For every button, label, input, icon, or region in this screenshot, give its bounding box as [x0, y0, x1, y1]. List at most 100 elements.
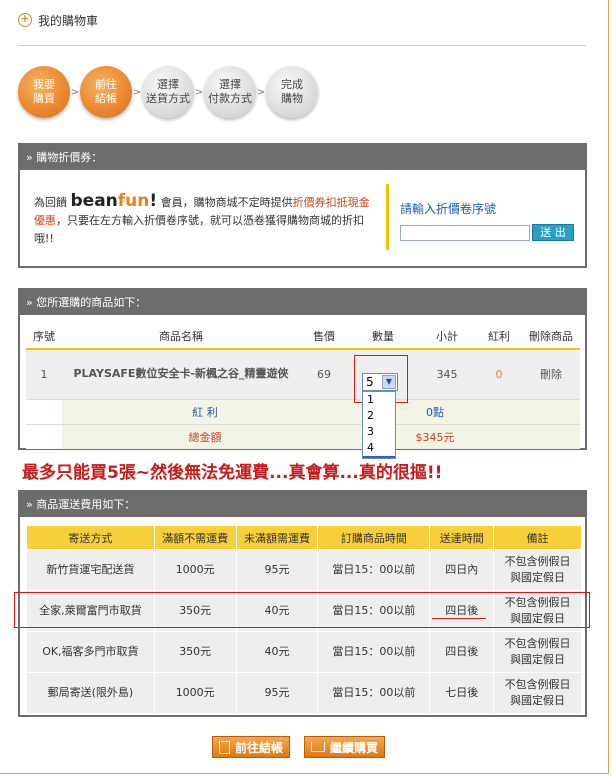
- ship-order-time: 當日15：00以前: [317, 549, 431, 591]
- coupon-form: 請輸入折價卷序號 送 出: [400, 200, 574, 241]
- item-price: 69: [300, 348, 348, 399]
- ship-free: 1000元: [153, 672, 237, 714]
- step-buy: 我要 購買: [18, 66, 70, 118]
- coupon-text: ，只要在左方輸入折價卷序號，就可以憑卷獲得購物商城的折扣哦!!: [34, 214, 364, 245]
- chevron-down-icon[interactable]: ▼: [382, 375, 396, 389]
- ship-method: 郵局寄送(限外島): [26, 672, 155, 714]
- ship-fee: 95元: [235, 549, 319, 591]
- annotation-note: 最多只能買5張~然後無法免運費...真會算...真的很摳!!: [22, 463, 443, 483]
- table-row: 新竹貨運宅配送貨 1000元 95元 當日15：00以前 四日內 不包含例假日與…: [26, 549, 582, 591]
- ship-arrive: 四日內: [429, 549, 495, 591]
- product-name: PLAYSAFE數位安全卡-新楓之谷_精靈遊俠: [62, 348, 300, 399]
- ship-order-time: 當日15：00以前: [317, 631, 431, 673]
- page-title: 我的購物車: [38, 13, 99, 28]
- continue-shopping-button[interactable]: 繼續購買: [304, 736, 386, 758]
- coupon-description: 為回饋 beanfun! 會員，購物商城不定時提供折價券扣抵現金優惠，只要在左方…: [34, 192, 374, 248]
- qty-option[interactable]: 2: [363, 408, 395, 424]
- ship-remark: 不包含例假日 與國定假日: [493, 549, 582, 591]
- remark-line: 不包含例假日: [504, 637, 571, 650]
- column-header: 送達時間: [429, 525, 495, 550]
- step-label: 結帳: [95, 92, 117, 105]
- ship-order-time: 當日15：00以前: [317, 672, 431, 714]
- ship-free: 1000元: [153, 549, 237, 591]
- ship-method: 新竹貨運宅配送貨: [26, 549, 155, 591]
- coupon-input-label: 請輸入折價卷序號: [400, 202, 497, 216]
- table-header-row: 寄送方式 滿額不需運費 未滿額需運費 訂購商品時間 送達時間 備註: [26, 525, 582, 550]
- column-header: 序號: [26, 323, 62, 350]
- table-row: 總金額 $345元: [26, 423, 580, 449]
- remark-line: 不包含例假日: [504, 555, 571, 568]
- step-arrow-icon: >: [256, 86, 266, 98]
- quantity-dropdown-list: 1 2 3 4: [362, 391, 396, 459]
- delete-link[interactable]: 刪除: [522, 348, 580, 399]
- remark-line: 與國定假日: [510, 571, 566, 584]
- item-number: 1: [26, 348, 62, 399]
- ship-fee: 40元: [235, 631, 319, 673]
- step-label: 完成: [281, 78, 303, 91]
- logo-part: bean: [70, 191, 118, 211]
- column-header: 商品名稱: [62, 323, 300, 350]
- coupon-text: 為回饋: [34, 196, 67, 209]
- remark-line: 與國定假日: [510, 694, 566, 707]
- coupon-header: » 購物折價券：: [18, 143, 587, 170]
- remark-line: 與國定假日: [510, 653, 566, 666]
- ship-remark: 不包含例假日 與國定假日: [493, 631, 582, 673]
- qty-option[interactable]: 4: [363, 440, 395, 456]
- table-row: 1 PLAYSAFE數位安全卡-新楓之谷_精靈遊俠 69 345 0 刪除: [26, 348, 580, 399]
- step-shipping: 選擇 送貨方式: [142, 66, 194, 118]
- qty-option[interactable]: 3: [363, 424, 395, 440]
- cart-title: + 我的購物車: [18, 10, 98, 30]
- quantity-select[interactable]: 5 ▼: [362, 373, 398, 391]
- ship-remark: 不包含例假日 與國定假日: [493, 672, 582, 714]
- send-button[interactable]: 送 出: [532, 224, 574, 241]
- step-label: 我要: [33, 78, 55, 91]
- ship-arrive: 四日後: [429, 631, 495, 673]
- table-header-row: 序號 商品名稱 售價 數量 小計 紅利 刪除商品: [26, 323, 580, 350]
- step-checkout: 前往 結帳: [80, 66, 132, 118]
- ship-free: 350元: [153, 631, 237, 673]
- button-label: 繼續購買: [330, 740, 379, 755]
- column-header: 訂購商品時間: [317, 525, 431, 550]
- item-subtotal: 345: [418, 348, 476, 399]
- step-arrow-icon: >: [70, 86, 80, 98]
- step-label: 選擇: [157, 78, 179, 91]
- coupon-panel: 為回饋 beanfun! 會員，購物商城不定時提供折價券扣抵現金優惠，只要在左方…: [18, 170, 587, 268]
- step-label: 購物: [281, 92, 303, 105]
- shipping-highlight-box: [14, 592, 590, 628]
- table-row: 紅 利 0點: [26, 398, 580, 424]
- logo-part: !: [149, 191, 158, 211]
- column-header: 數量: [348, 323, 418, 350]
- step-arrow-icon: >: [132, 86, 142, 98]
- divider: [18, 45, 586, 46]
- ship-arrive: 七日後: [429, 672, 495, 714]
- coupon-code-input[interactable]: [400, 225, 530, 241]
- cart-icon: [311, 742, 325, 752]
- bonus-label: 紅 利: [62, 398, 348, 424]
- column-header: 滿額不需運費: [153, 525, 237, 550]
- remark-line: 不包含例假日: [504, 678, 571, 691]
- plus-circle-icon: +: [18, 13, 32, 27]
- step-label: 前往: [95, 78, 117, 91]
- step-label: 購買: [33, 92, 55, 105]
- ship-method: OK,福客多門市取貨: [26, 631, 155, 673]
- step-label: 選擇: [219, 78, 241, 91]
- column-header: 紅利: [476, 323, 522, 350]
- total-label: 總金額: [62, 423, 348, 449]
- arrive-underline: [432, 618, 486, 619]
- table-row: 郵局寄送(限外島) 1000元 95元 當日15：00以前 七日後 不包含例假日…: [26, 672, 582, 714]
- calculator-icon: [219, 740, 230, 754]
- step-payment: 選擇 付款方式: [204, 66, 256, 118]
- step-label: 送貨方式: [146, 92, 190, 105]
- table-row: OK,福客多門市取貨 350元 40元 當日15：00以前 四日後 不包含例假日…: [26, 631, 582, 673]
- step-arrow-icon: >: [194, 86, 204, 98]
- logo-part: fun: [117, 191, 150, 211]
- checkout-button[interactable]: 前往結帳: [212, 736, 291, 758]
- ship-fee: 95元: [235, 672, 319, 714]
- step-done: 完成 購物: [266, 66, 318, 118]
- column-header: 寄送方式: [26, 525, 155, 550]
- qty-option[interactable]: 1: [363, 392, 395, 408]
- divider: [386, 184, 389, 250]
- column-header: 小計: [418, 323, 476, 350]
- column-header: 備註: [493, 525, 582, 550]
- beanfun-logo: beanfun!: [71, 191, 158, 211]
